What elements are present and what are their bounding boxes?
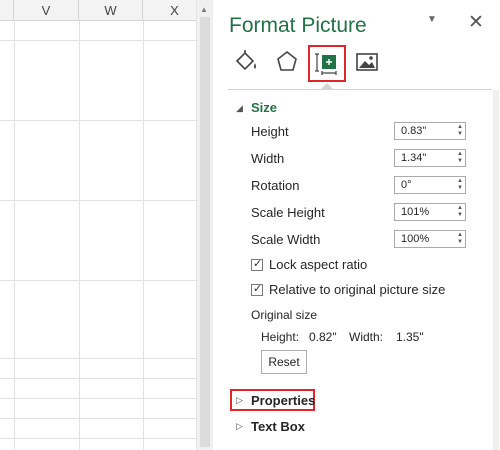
vertical-scrollbar[interactable]: ▲ <box>196 0 213 450</box>
grid-line <box>0 398 196 399</box>
height-value: 0.83" <box>401 125 427 137</box>
spin-up-icon[interactable]: ▲ <box>457 124 463 130</box>
grid-line <box>0 418 196 419</box>
original-width-value: 1.35" <box>396 330 424 344</box>
height-label: Height <box>251 124 289 139</box>
lock-aspect-checkbox[interactable]: ✓ <box>251 258 263 271</box>
width-input[interactable]: 1.34" ▲ ▼ <box>394 149 466 167</box>
size-section-header[interactable]: Size <box>251 100 277 115</box>
scrollbar-thumb[interactable] <box>200 17 210 447</box>
grid-line <box>0 120 196 121</box>
relative-size-checkbox[interactable]: ✓ <box>251 283 263 296</box>
close-icon[interactable]: ✕ <box>468 11 484 34</box>
scale-height-value: 101% <box>401 206 430 218</box>
properties-section-header[interactable]: Properties <box>251 393 315 408</box>
spin-up-icon[interactable]: ▲ <box>457 178 463 184</box>
spin-up-icon[interactable]: ▲ <box>457 232 463 238</box>
grid-line <box>0 40 196 41</box>
spin-down-icon[interactable]: ▼ <box>457 131 463 137</box>
column-header-v[interactable]: V <box>14 0 79 20</box>
grid-line <box>0 280 196 281</box>
selected-tab-highlight <box>308 45 346 82</box>
reset-button[interactable]: Reset <box>261 350 307 374</box>
grid-line <box>0 358 196 359</box>
scroll-up-icon[interactable]: ▲ <box>200 5 208 14</box>
rotation-label: Rotation <box>251 178 300 193</box>
text-box-section-header[interactable]: Text Box <box>251 419 305 434</box>
grid-line <box>0 200 196 201</box>
spin-up-icon[interactable]: ▲ <box>457 151 463 157</box>
collapse-arrow-icon[interactable]: ◢ <box>236 103 243 114</box>
effects-icon[interactable] <box>273 48 301 76</box>
rotation-input[interactable]: 0° ▲ ▼ <box>394 176 466 194</box>
expand-arrow-icon[interactable]: ▷ <box>236 395 243 406</box>
checkmark-icon: ✓ <box>253 258 263 270</box>
grid-line <box>0 438 196 439</box>
spin-up-icon[interactable]: ▲ <box>457 205 463 211</box>
original-height-value: 0.82" <box>309 330 337 344</box>
spreadsheet-grid[interactable]: V W X <box>0 0 196 450</box>
pane-scrollbar[interactable] <box>493 90 499 450</box>
spin-down-icon[interactable]: ▼ <box>457 212 463 218</box>
fill-line-icon[interactable] <box>232 48 260 76</box>
grid-line <box>79 20 80 450</box>
column-header-x[interactable]: X <box>143 0 196 20</box>
scale-height-label: Scale Height <box>251 205 325 220</box>
width-label: Width <box>251 151 285 166</box>
grid-line <box>0 378 196 379</box>
width-value: 1.34" <box>401 152 427 164</box>
relative-size-label[interactable]: Relative to original picture size <box>269 282 445 297</box>
chevron-down-icon[interactable]: ▼ <box>427 14 437 25</box>
scale-height-input[interactable]: 101% ▲ ▼ <box>394 203 466 221</box>
format-picture-pane: Format Picture ▼ ✕ ◢ Size Height 0.83" ▲… <box>214 0 500 450</box>
column-header-row: V W X <box>0 0 196 21</box>
height-input[interactable]: 0.83" ▲ ▼ <box>394 122 466 140</box>
grid-line <box>14 20 15 450</box>
pane-title: Format Picture <box>229 14 367 37</box>
spin-down-icon[interactable]: ▼ <box>457 239 463 245</box>
divider <box>228 89 492 90</box>
original-size-label: Original size <box>251 308 318 322</box>
scale-width-input[interactable]: 100% ▲ ▼ <box>394 230 466 248</box>
scale-width-label: Scale Width <box>251 232 321 247</box>
spin-down-icon[interactable]: ▼ <box>457 158 463 164</box>
column-header-w[interactable]: W <box>79 0 143 20</box>
checkmark-icon: ✓ <box>253 283 263 295</box>
expand-arrow-icon[interactable]: ▷ <box>236 421 243 432</box>
spin-down-icon[interactable]: ▼ <box>457 185 463 191</box>
picture-icon[interactable] <box>353 48 381 76</box>
column-header-partial[interactable] <box>0 0 14 20</box>
rotation-value: 0° <box>401 179 412 191</box>
grid-line <box>143 20 144 450</box>
scale-width-value: 100% <box>401 233 430 245</box>
original-height-label: Height: <box>261 330 300 344</box>
lock-aspect-label[interactable]: Lock aspect ratio <box>269 257 367 272</box>
original-width-label: Width: <box>349 330 384 344</box>
